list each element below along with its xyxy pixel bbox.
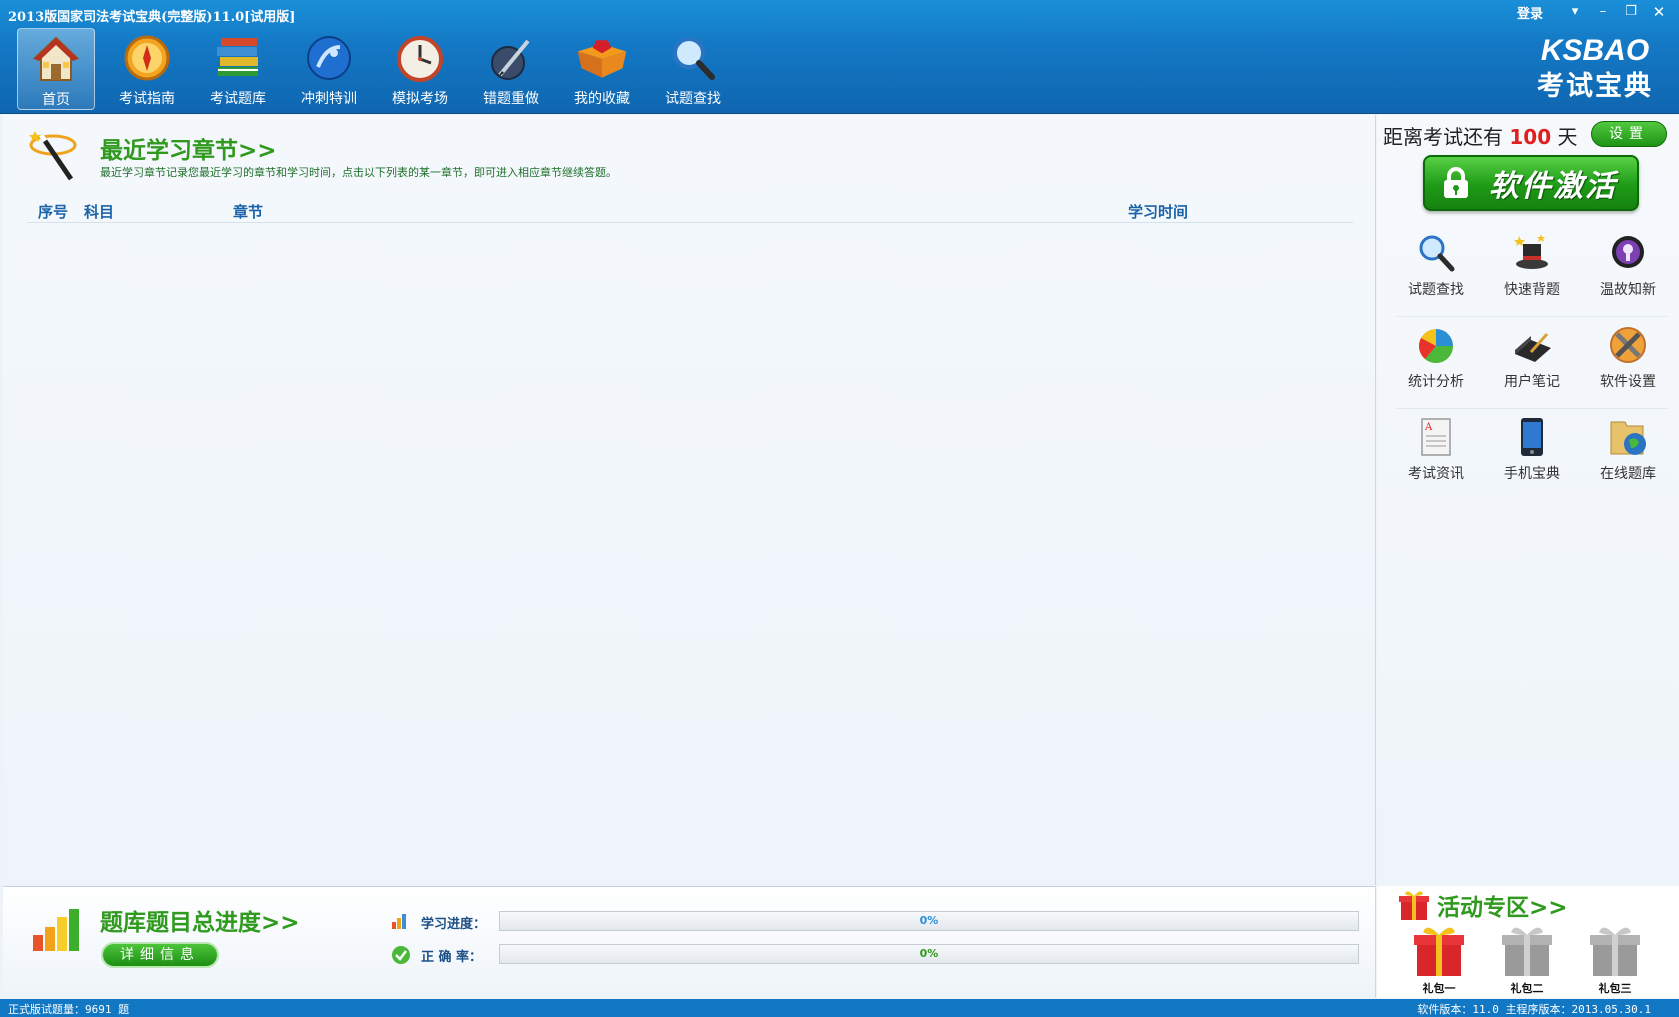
toolbar-question-search[interactable]: 试题查找 [654,28,732,110]
countdown-settings-button[interactable]: 设置 [1591,121,1667,147]
window-title: 2013版国家司法考试宝典(完整版)11.0[试用版] [8,10,296,25]
pen-icon [483,30,539,86]
lock-icon [1441,166,1471,200]
progress-title[interactable]: 题库题目总进度>> [100,903,300,937]
document-icon: A [1414,415,1458,459]
sprint-icon [301,30,357,86]
quick-access-grid: 试题查找 快速背题 温故知新 统计分析 用户笔记 软件设置 A 考试资讯 手机宝… [1397,225,1667,501]
toolbar-sprint-training[interactable]: 冲刺特训 [290,28,368,110]
countdown-days: 100 [1509,125,1552,149]
column-study-time[interactable]: 学习时间 [1128,201,1188,222]
magnifier-icon [665,30,721,86]
accuracy-label: 正 确 率： [421,950,483,965]
magic-hat-icon [1510,231,1554,275]
quick-mobile-app[interactable]: 手机宝典 [1493,409,1571,501]
clock-icon [392,30,448,86]
quick-fast-memorize[interactable]: 快速背题 [1493,225,1571,316]
activity-title[interactable]: 活动专区>> [1437,888,1568,922]
gift-pack-3[interactable]: 礼包三 [1583,922,1647,996]
globe-folder-icon [1606,415,1650,459]
quick-row-1: 试题查找 快速背题 温故知新 [1397,225,1667,317]
magic-wand-icon [27,127,87,189]
quick-statistics[interactable]: 统计分析 [1397,317,1475,408]
gift-pack-1[interactable]: 礼包一 [1407,922,1471,996]
toolbar-favorites[interactable]: 我的收藏 [563,28,641,110]
gift-box-gray-icon [1502,927,1552,976]
question-count-status: 正式版试题量：9691 题 [8,1003,130,1016]
brand-logo: KSBAO 考试宝典 [1537,34,1653,102]
gift-box-red-icon [1414,927,1464,976]
quick-software-settings[interactable]: 软件设置 [1589,317,1667,408]
toolbar-question-bank[interactable]: 考试题库 [199,28,277,110]
window-controls: 登录 ▾ – ❐ ✕ [1517,2,1673,22]
recent-study-title[interactable]: 最近学习章节>> [100,131,277,165]
menu-dropdown-icon[interactable]: ▾ [1561,2,1589,22]
gift-box-icon [1397,888,1431,926]
column-index[interactable]: 序号 [38,201,68,222]
study-progress-label: 学习进度： [421,917,487,932]
tools-icon [1606,323,1650,367]
toolbar-exam-guide[interactable]: 考试指南 [108,28,186,110]
quick-row-3: A 考试资讯 手机宝典 在线题库 [1397,409,1667,501]
notebook-icon [1510,323,1554,367]
column-chapter[interactable]: 章节 [233,201,263,222]
status-bar: 正式版试题量：9691 题 软件版本：11.0 主程序版本：2013.05.30… [0,999,1679,1017]
recent-study-table-header: 序号 科目 章节 学习时间 [27,199,1353,223]
quick-exam-news[interactable]: A 考试资讯 [1397,409,1475,501]
quick-user-notes[interactable]: 用户笔记 [1493,317,1571,408]
study-progress-bar: 0% [499,911,1359,931]
toolbar-redo-wrong[interactable]: 错题重做 [472,28,550,110]
magnifier-icon [1414,231,1458,275]
pie-chart-icon [1414,323,1458,367]
exam-countdown: 距离考试还有 100 天 [1383,125,1578,149]
right-sidebar: 距离考试还有 100 天 设置 软件激活 试题查找 快速背题 温故知新 统计分析… [1377,115,1679,885]
accuracy-text: 0% [919,947,939,960]
gift-pack-2[interactable]: 礼包二 [1495,922,1559,996]
close-icon[interactable]: ✕ [1645,2,1673,22]
activate-software-button[interactable]: 软件激活 [1423,155,1639,211]
column-subject[interactable]: 科目 [84,201,114,222]
detail-info-button[interactable]: 详细信息 [101,942,219,968]
check-circle-icon [391,945,411,969]
recent-study-description: 最近学习章节记录您最近学习的章节和学习时间，点击以下列表的某一章节，即可进入相应… [100,166,617,179]
accuracy-bar: 0% [499,944,1359,964]
version-status: 软件版本：11.0 主程序版本：2013.05.30.1 [1417,1003,1651,1016]
minimize-icon[interactable]: – [1589,2,1617,22]
phone-icon [1510,415,1554,459]
mini-bar-chart-icon [391,912,409,934]
study-progress-text: 0% [919,914,939,927]
lightbulb-icon [1606,231,1650,275]
recent-study-panel: 最近学习章节>> 最近学习章节记录您最近学习的章节和学习时间，点击以下列表的某一… [3,115,1376,885]
books-icon [210,30,266,86]
svg-text:A: A [1424,422,1433,433]
quick-row-2: 统计分析 用户笔记 软件设置 [1397,317,1667,409]
quick-online-bank[interactable]: 在线题库 [1589,409,1667,501]
home-icon [28,31,84,87]
question-bank-progress-panel: 题库题目总进度>> 详细信息 学习进度： 0% 正 确 率： 0% [3,886,1376,998]
restore-icon[interactable]: ❐ [1617,2,1645,22]
treasure-box-icon [574,30,630,86]
activity-zone: 活动专区>> 礼包一 礼包二 礼包三 [1377,886,1679,998]
bar-chart-icon [29,905,81,959]
toolbar-mock-exam[interactable]: 模拟考场 [381,28,459,110]
gift-box-gray-icon [1590,927,1640,976]
top-toolbar-area: 2013版国家司法考试宝典(完整版)11.0[试用版] 登录 ▾ – ❐ ✕ 首… [0,0,1679,114]
toolbar-home[interactable]: 首页 [17,28,95,110]
login-link[interactable]: 登录 [1517,3,1543,22]
quick-review[interactable]: 温故知新 [1589,225,1667,316]
quick-question-search[interactable]: 试题查找 [1397,225,1475,316]
main-toolbar: 首页 考试指南 考试题库 冲刺特训 模拟考场 错题重做 我的收藏 试题查找 [17,28,732,110]
compass-icon [119,30,175,86]
